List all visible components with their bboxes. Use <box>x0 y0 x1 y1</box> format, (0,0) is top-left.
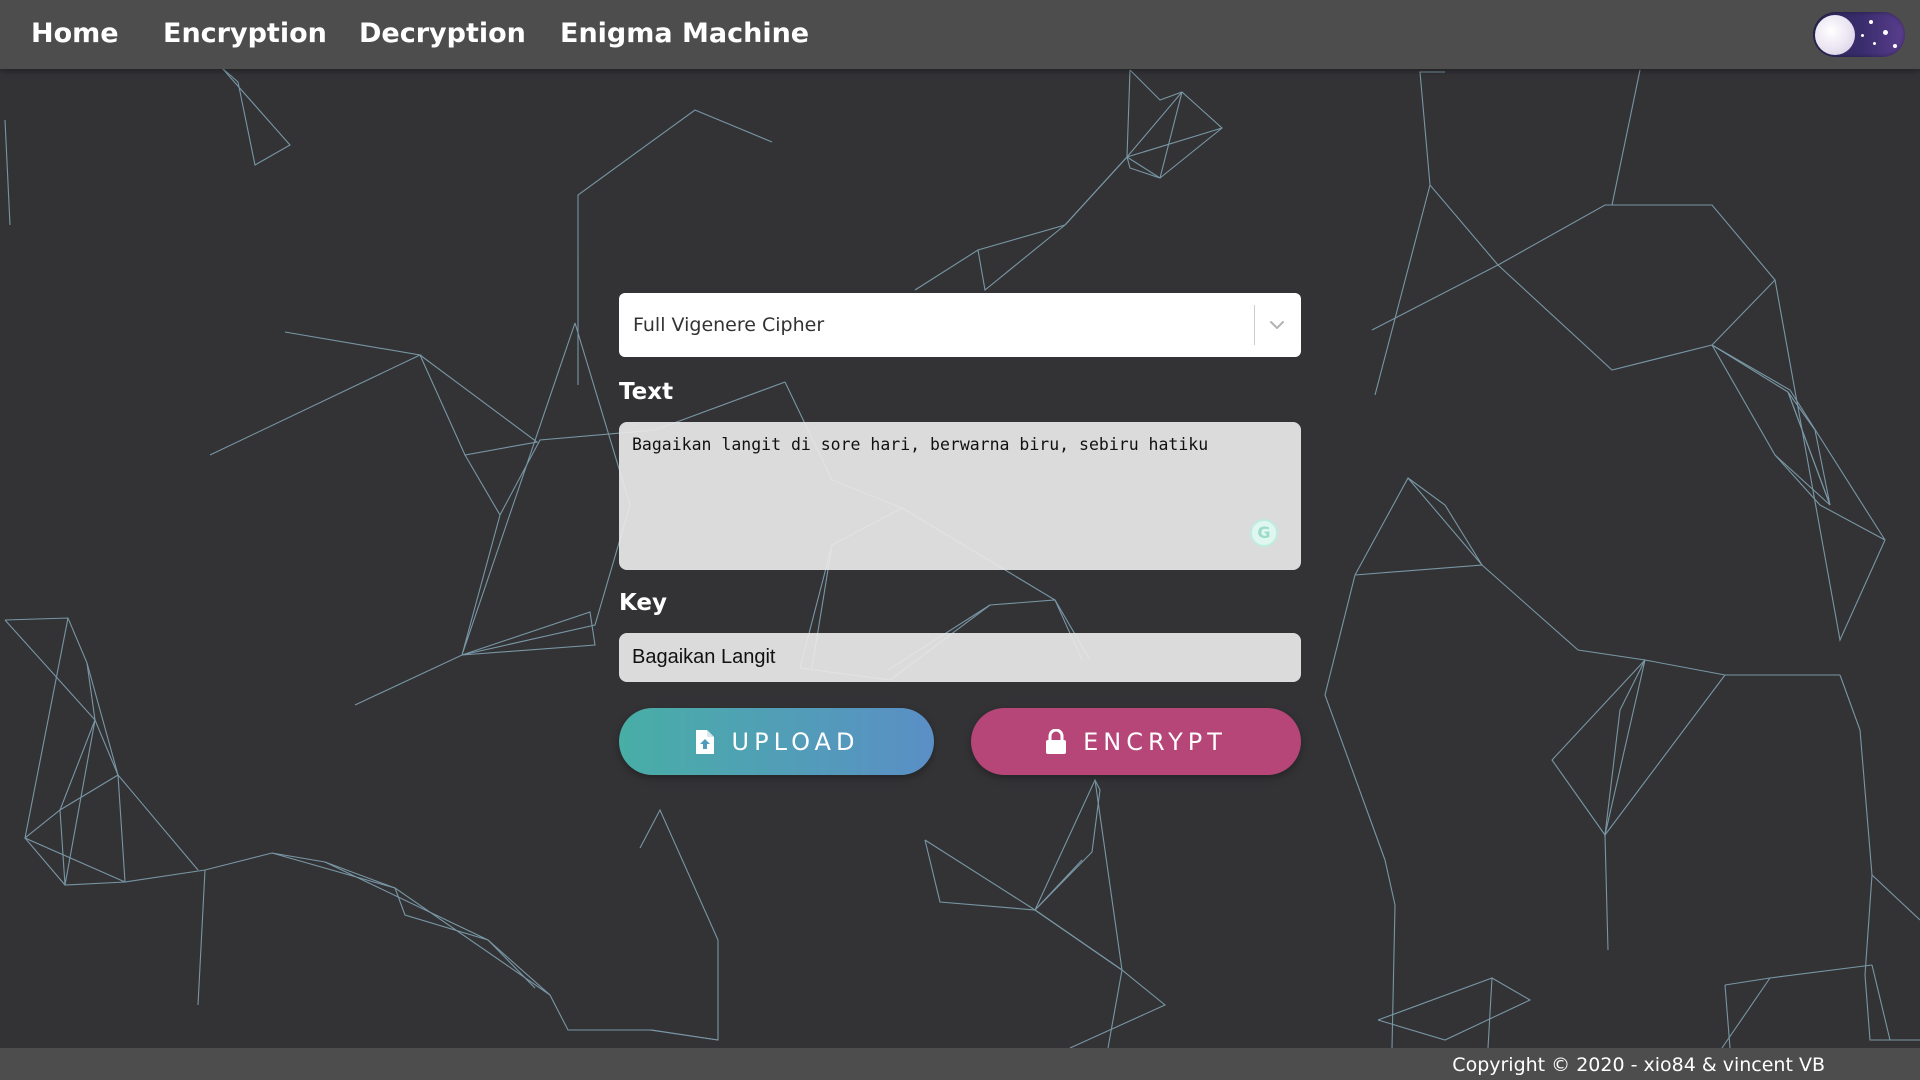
select-separator <box>1254 305 1255 345</box>
upload-button-content: UPLOAD <box>619 708 934 775</box>
grammarly-glyph: G <box>1257 523 1271 542</box>
grammarly-icon[interactable]: G <box>1250 519 1278 547</box>
cipher-select-value: Full Vigenere Cipher <box>633 314 825 336</box>
app-root: Home Encryption Decryption Enigma Machin… <box>0 0 1920 1080</box>
key-label: Key <box>619 590 668 616</box>
footer: Copyright © 2020 - xio84 & vincent VB <box>0 1048 1920 1080</box>
toggle-knob <box>1815 15 1855 55</box>
nav-encryption[interactable]: Encryption <box>163 16 327 52</box>
nav-home[interactable]: Home <box>31 16 119 52</box>
plaintext-input[interactable]: Bagaikan langit di sore hari, berwarna b… <box>619 422 1301 570</box>
cipher-select[interactable]: Full Vigenere Cipher <box>619 293 1301 357</box>
upload-button-label: UPLOAD <box>731 727 860 756</box>
copyright-text: Copyright © 2020 - xio84 & vincent VB <box>1452 1054 1825 1076</box>
encrypt-button-content: ENCRYPT <box>971 708 1301 775</box>
nav-decryption[interactable]: Decryption <box>359 16 526 52</box>
top-navbar: Home Encryption Decryption Enigma Machin… <box>0 0 1920 69</box>
star-decoration <box>1861 34 1864 37</box>
moon-toggle-icon[interactable] <box>1813 12 1905 57</box>
file-upload-icon <box>695 729 714 754</box>
star-decoration <box>1893 44 1897 48</box>
text-label: Text <box>619 379 674 405</box>
key-input[interactable] <box>619 633 1301 682</box>
lock-icon <box>1046 728 1067 754</box>
encrypt-button[interactable]: ENCRYPT <box>971 708 1301 775</box>
chevron-down-icon[interactable] <box>1259 307 1295 343</box>
encrypt-button-label: ENCRYPT <box>1083 727 1227 756</box>
star-decoration <box>1883 30 1888 35</box>
star-decoration <box>1869 20 1873 24</box>
upload-button[interactable]: UPLOAD <box>619 708 934 775</box>
star-decoration <box>1873 42 1876 45</box>
encryption-form: Full Vigenere Cipher Text Bagaikan langi… <box>0 0 1920 1080</box>
nav-enigma-machine[interactable]: Enigma Machine <box>560 16 809 52</box>
